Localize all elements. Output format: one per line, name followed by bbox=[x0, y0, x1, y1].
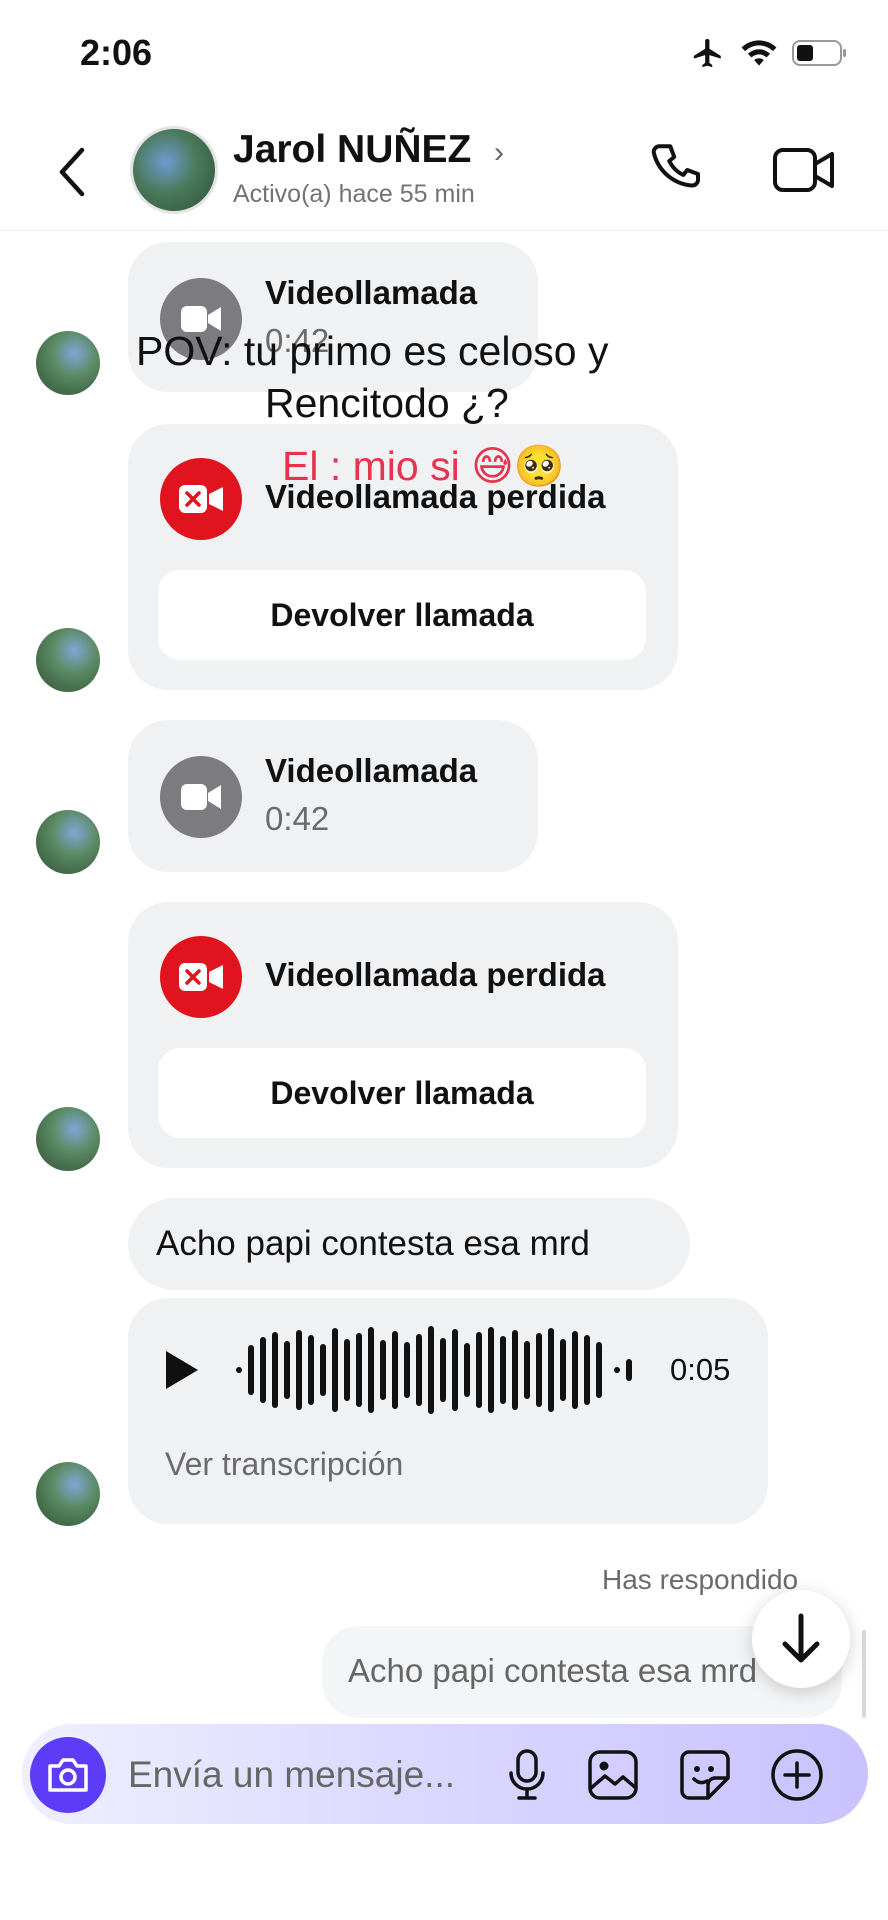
audio-waveform[interactable] bbox=[236, 1325, 632, 1415]
sender-avatar[interactable] bbox=[36, 331, 100, 395]
sender-avatar[interactable] bbox=[36, 628, 100, 692]
missed-call-icon bbox=[160, 936, 242, 1018]
video-camera-icon bbox=[773, 148, 834, 192]
status-time: 2:06 bbox=[80, 32, 153, 73]
overlay-caption-line1: POV: tu primo es celoso y bbox=[136, 328, 609, 374]
phone-icon bbox=[651, 144, 701, 188]
message-input[interactable] bbox=[128, 1749, 488, 1801]
return-call-button[interactable]: Devolver llamada bbox=[158, 570, 646, 660]
arrow-down-icon bbox=[782, 1613, 820, 1663]
video-call-icon bbox=[160, 756, 242, 838]
missed-call-icon bbox=[160, 458, 242, 540]
wifi-icon bbox=[741, 40, 777, 66]
message-text: Acho papi contesta esa mrd bbox=[156, 1224, 590, 1263]
missed-call-title: Videollamada perdida bbox=[265, 956, 606, 993]
chevron-right-icon[interactable]: › bbox=[494, 136, 504, 170]
status-icons bbox=[690, 36, 848, 70]
camera-button[interactable] bbox=[30, 1737, 106, 1813]
sticker-button[interactable] bbox=[676, 1746, 734, 1804]
battery-icon bbox=[792, 40, 846, 66]
sender-avatar[interactable] bbox=[36, 1462, 100, 1526]
play-button[interactable] bbox=[162, 1348, 202, 1392]
scrollbar[interactable] bbox=[862, 1630, 866, 1718]
overlay-caption-line2: Rencitodo ¿? bbox=[265, 380, 509, 426]
microphone-icon bbox=[509, 1749, 545, 1800]
sticker-icon bbox=[680, 1750, 730, 1800]
contact-status: Activo(a) hace 55 min bbox=[233, 180, 475, 208]
call-duration: 0:42 bbox=[265, 800, 330, 837]
camera-icon bbox=[48, 1758, 88, 1792]
microphone-button[interactable] bbox=[498, 1746, 556, 1804]
contact-avatar[interactable] bbox=[130, 126, 218, 214]
back-button[interactable] bbox=[52, 142, 92, 202]
contact-name[interactable]: Jarol NUÑEZ bbox=[233, 128, 471, 172]
airplane-icon bbox=[693, 38, 721, 68]
voice-call-button[interactable] bbox=[648, 140, 708, 200]
more-options-button[interactable] bbox=[768, 1746, 826, 1804]
scroll-to-bottom-button[interactable] bbox=[752, 1590, 850, 1688]
sender-avatar[interactable] bbox=[36, 1107, 100, 1171]
reply-label: Has respondido bbox=[602, 1564, 799, 1595]
overlay-caption-line3: El : mio si 😅🥺 bbox=[282, 443, 565, 489]
return-call-button[interactable]: Devolver llamada bbox=[158, 1048, 646, 1138]
plus-icon bbox=[771, 1749, 823, 1801]
view-transcript-link[interactable]: Ver transcripción bbox=[165, 1446, 403, 1483]
sender-avatar[interactable] bbox=[36, 810, 100, 874]
audio-duration: 0:05 bbox=[670, 1352, 731, 1387]
image-icon bbox=[588, 1750, 638, 1800]
call-title: Videollamada bbox=[265, 752, 478, 789]
replied-message-text: Acho papi contesta esa mrd bbox=[348, 1652, 758, 1689]
back-arrow-icon bbox=[59, 147, 85, 197]
gallery-button[interactable] bbox=[584, 1746, 642, 1804]
video-call-button[interactable] bbox=[772, 142, 836, 198]
play-icon bbox=[166, 1351, 198, 1389]
call-title: Videollamada bbox=[265, 274, 478, 311]
